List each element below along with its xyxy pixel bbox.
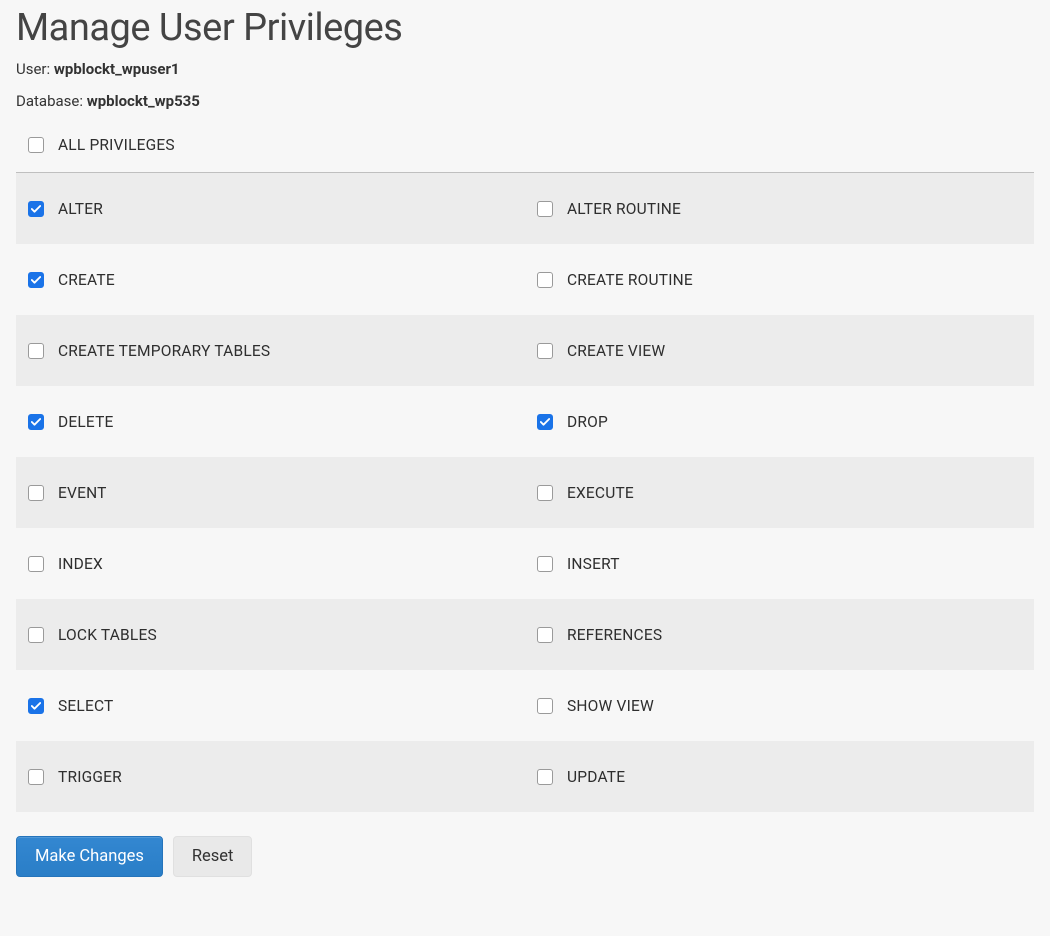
privilege-checkbox-create[interactable] (28, 272, 44, 288)
privilege-label-create: CREATE (58, 271, 115, 289)
privilege-label-event: EVENT (58, 484, 107, 502)
privilege-cell-create-temporary-tables: CREATE TEMPORARY TABLES (16, 315, 525, 386)
privilege-cell-index: INDEX (16, 528, 525, 599)
privilege-checkbox-alter[interactable] (28, 201, 44, 217)
privilege-checkbox-update[interactable] (537, 769, 553, 785)
privilege-checkbox-show-view[interactable] (537, 698, 553, 714)
privilege-cell-show-view: SHOW VIEW (525, 670, 1034, 741)
privilege-cell-trigger: TRIGGER (16, 741, 525, 812)
privilege-label-lock-tables: LOCK TABLES (58, 626, 157, 644)
privilege-checkbox-select[interactable] (28, 698, 44, 714)
privilege-cell-update: UPDATE (525, 741, 1034, 812)
privilege-label-delete: DELETE (58, 413, 114, 431)
privilege-label-alter: ALTER (58, 200, 103, 218)
make-changes-button[interactable]: Make Changes (16, 836, 163, 877)
user-label: User: (16, 60, 50, 78)
privileges-grid: ALTER ALTER ROUTINE CREATE CREATE ROUTINE CR… (16, 173, 1034, 812)
privilege-label-update: UPDATE (567, 768, 625, 786)
privilege-checkbox-execute[interactable] (537, 485, 553, 501)
privilege-checkbox-event[interactable] (28, 485, 44, 501)
database-value: wpblockt_wp535 (87, 92, 200, 110)
privilege-checkbox-references[interactable] (537, 627, 553, 643)
privilege-cell-insert: INSERT (525, 528, 1034, 599)
all-privileges-checkbox[interactable] (28, 137, 44, 153)
privilege-cell-delete: DELETE (16, 386, 525, 457)
user-value: wpblockt_wpuser1 (54, 60, 180, 78)
all-privileges-label: ALL PRIVILEGES (58, 136, 175, 154)
privilege-checkbox-index[interactable] (28, 556, 44, 572)
privilege-cell-event: EVENT (16, 457, 525, 528)
privilege-label-drop: DROP (567, 413, 608, 431)
database-label: Database: (16, 92, 83, 110)
privilege-cell-lock-tables: LOCK TABLES (16, 599, 525, 670)
privilege-cell-alter: ALTER (16, 173, 525, 244)
privilege-checkbox-lock-tables[interactable] (28, 627, 44, 643)
privilege-label-insert: INSERT (567, 555, 620, 573)
privilege-cell-create: CREATE (16, 244, 525, 315)
privilege-cell-select: SELECT (16, 670, 525, 741)
user-line: User: wpblockt_wpuser1 (16, 60, 1034, 78)
all-privileges-row: ALL PRIVILEGES (16, 136, 1034, 173)
privilege-checkbox-create-temporary-tables[interactable] (28, 343, 44, 359)
privilege-checkbox-trigger[interactable] (28, 769, 44, 785)
privilege-checkbox-drop[interactable] (537, 414, 553, 430)
privilege-checkbox-delete[interactable] (28, 414, 44, 430)
privilege-label-show-view: SHOW VIEW (567, 697, 654, 715)
database-line: Database: wpblockt_wp535 (16, 92, 1034, 110)
privilege-label-references: REFERENCES (567, 626, 662, 644)
privilege-cell-create-routine: CREATE ROUTINE (525, 244, 1034, 315)
privilege-cell-alter-routine: ALTER ROUTINE (525, 173, 1034, 244)
privilege-checkbox-create-view[interactable] (537, 343, 553, 359)
privilege-cell-create-view: CREATE VIEW (525, 315, 1034, 386)
privilege-cell-references: REFERENCES (525, 599, 1034, 670)
privilege-label-index: INDEX (58, 555, 103, 573)
privilege-label-select: SELECT (58, 697, 114, 715)
privilege-checkbox-create-routine[interactable] (537, 272, 553, 288)
check-icon (31, 417, 41, 427)
check-icon (31, 275, 41, 285)
reset-button[interactable]: Reset (173, 836, 253, 877)
privilege-label-create-temporary-tables: CREATE TEMPORARY TABLES (58, 342, 270, 360)
privilege-cell-execute: EXECUTE (525, 457, 1034, 528)
privilege-label-alter-routine: ALTER ROUTINE (567, 200, 681, 218)
privilege-label-create-routine: CREATE ROUTINE (567, 271, 693, 289)
check-icon (540, 417, 550, 427)
privilege-label-create-view: CREATE VIEW (567, 342, 665, 360)
privilege-cell-drop: DROP (525, 386, 1034, 457)
actions-bar: Make Changes Reset (16, 836, 1034, 877)
privilege-label-execute: EXECUTE (567, 484, 634, 502)
privilege-checkbox-alter-routine[interactable] (537, 201, 553, 217)
check-icon (31, 204, 41, 214)
privilege-label-trigger: TRIGGER (58, 768, 122, 786)
privilege-checkbox-insert[interactable] (537, 556, 553, 572)
page-title: Manage User Privileges (16, 6, 1034, 50)
check-icon (31, 701, 41, 711)
